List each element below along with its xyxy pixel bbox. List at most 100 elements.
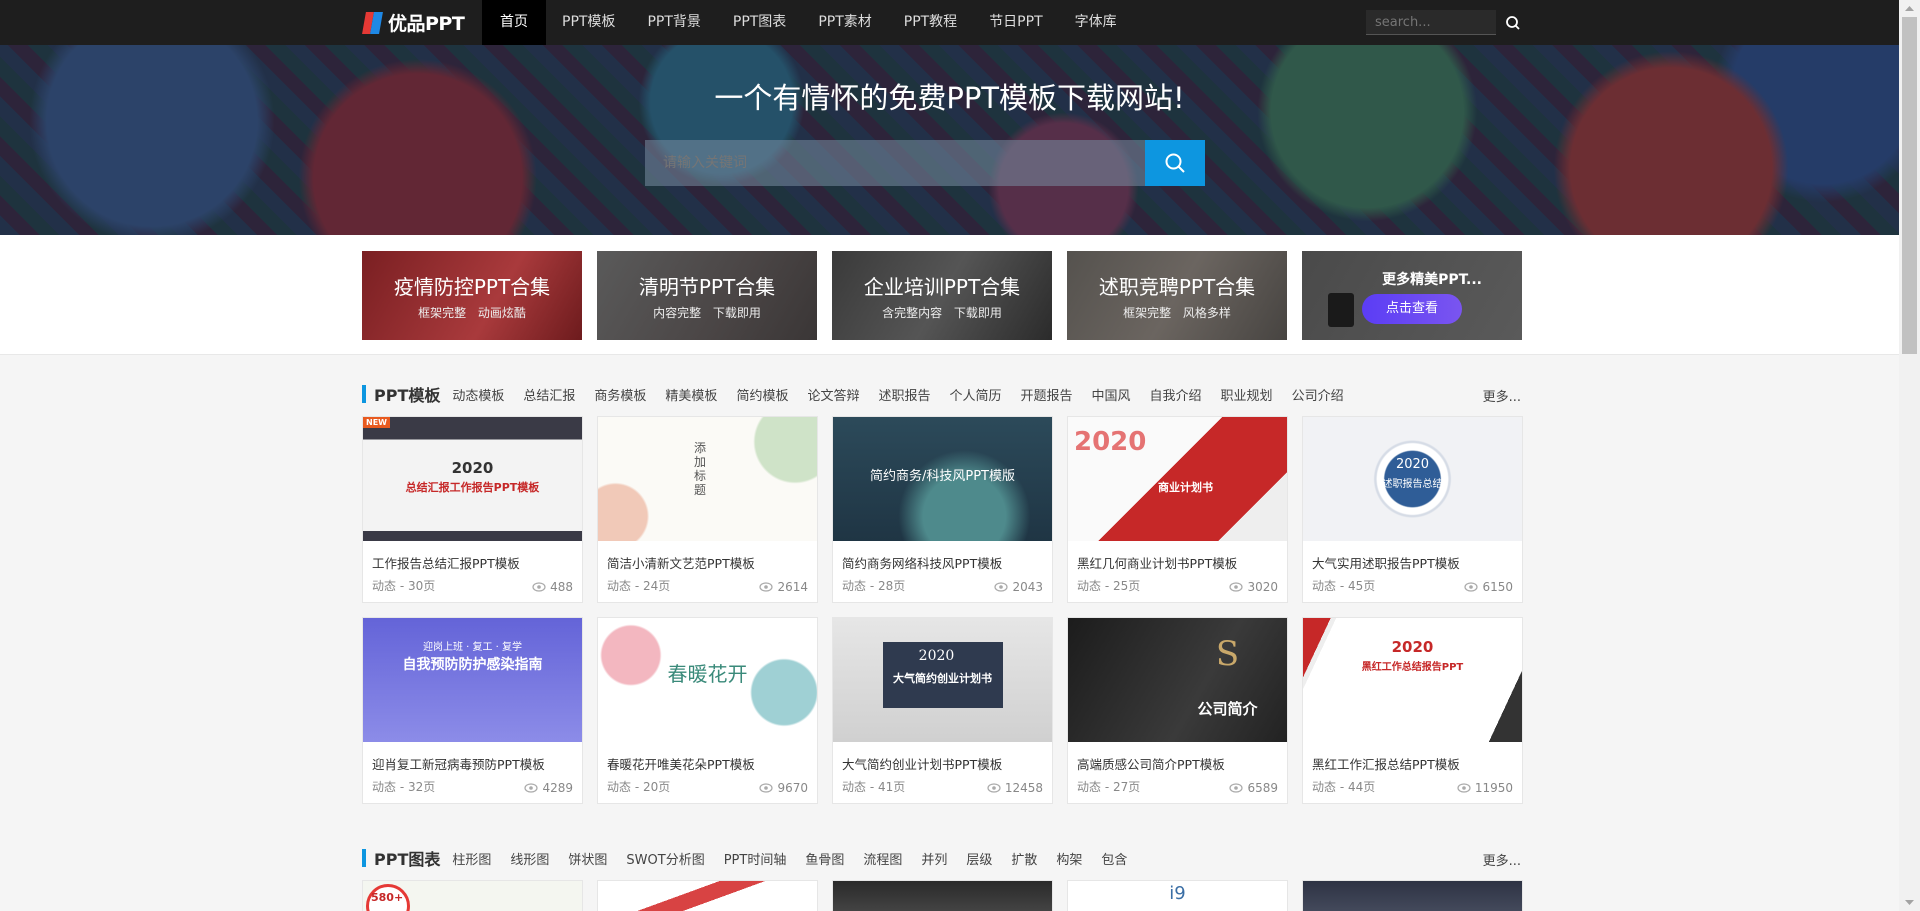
template-card[interactable]: 2020 黑红工作总结报告PPT 黑红工作汇报总结PPT模板 动态 - 44页 … bbox=[1302, 617, 1523, 804]
category-tag[interactable]: 自我介绍 bbox=[1150, 385, 1202, 404]
category-tag[interactable]: 中国风 bbox=[1092, 385, 1131, 404]
category-tag[interactable]: 线形图 bbox=[510, 849, 549, 868]
category-tag[interactable]: 饼状图 bbox=[568, 849, 607, 868]
view-count: 11950 bbox=[1457, 781, 1513, 795]
section-accent-bar bbox=[362, 849, 366, 867]
top-search-input[interactable] bbox=[1366, 10, 1496, 35]
thumb-subtitle: 迎岗上班 · 复工 · 复学 bbox=[422, 642, 523, 653]
category-tag[interactable]: 构架 bbox=[1056, 849, 1082, 868]
view-count-value: 4289 bbox=[542, 781, 573, 795]
section-header-templates: PPT模板 动态模板 总结汇报 商务模板 精美模板 简约模板 论文答辩 述职报告… bbox=[362, 383, 1521, 405]
thumb-title: 2020 bbox=[1395, 457, 1430, 472]
eye-icon bbox=[1229, 582, 1244, 592]
chart-card[interactable] bbox=[832, 880, 1053, 911]
template-card[interactable]: 2020 大气简约创业计划书 大气简约创业计划书PPT模板 动态 - 41页 1… bbox=[832, 617, 1053, 804]
category-tag[interactable]: 述职报告 bbox=[878, 385, 930, 404]
more-link[interactable]: 更多... bbox=[1483, 386, 1521, 405]
template-card[interactable]: NEW 2020 总结汇报工作报告PPT模板 工作报告总结汇报PPT模板 动态 … bbox=[362, 416, 583, 603]
chart-thumbnail: 580+ bbox=[363, 881, 582, 911]
chart-card[interactable]: 580+ bbox=[362, 880, 583, 911]
view-more-button[interactable]: 点击查看 bbox=[1362, 294, 1462, 324]
category-tag[interactable]: SWOT分析图 bbox=[626, 849, 704, 868]
category-tag[interactable]: 层级 bbox=[966, 849, 992, 868]
site-logo[interactable]: 优品PPT bbox=[362, 0, 482, 45]
top-search bbox=[1366, 10, 1520, 35]
template-name[interactable]: 大气实用述职报告PPT模板 bbox=[1312, 553, 1522, 572]
nav-item-fonts[interactable]: 字体库 bbox=[1059, 0, 1133, 45]
feature-card-more[interactable]: 更多精美PPT... 点击查看 bbox=[1302, 251, 1522, 340]
page-scrollbar[interactable] bbox=[1899, 0, 1920, 911]
category-tag[interactable]: 精美模板 bbox=[665, 385, 717, 404]
section-title[interactable]: PPT模板 bbox=[374, 382, 440, 406]
feature-card[interactable]: 述职竞聘PPT合集 框架完整 风格多样 bbox=[1067, 251, 1287, 340]
category-tag[interactable]: 职业规划 bbox=[1221, 385, 1273, 404]
category-tag[interactable]: 扩散 bbox=[1011, 849, 1037, 868]
thumb-subtitle: 黑红工作总结报告PPT bbox=[1361, 662, 1464, 673]
template-meta: 动态 - 30页 bbox=[372, 579, 436, 593]
nav-item-ppt-backgrounds[interactable]: PPT背景 bbox=[631, 0, 716, 45]
template-name[interactable]: 黑红工作汇报总结PPT模板 bbox=[1312, 754, 1522, 773]
chart-card[interactable] bbox=[597, 880, 818, 911]
template-name[interactable]: 大气简约创业计划书PPT模板 bbox=[842, 754, 1052, 773]
thumb-title: 春暖花开 bbox=[667, 662, 748, 686]
feature-subtitle: 框架完整 风格多样 bbox=[1123, 306, 1231, 320]
template-meta: 动态 - 32页 bbox=[372, 780, 436, 794]
category-tag[interactable]: 公司介绍 bbox=[1292, 385, 1344, 404]
search-icon[interactable] bbox=[1505, 15, 1521, 31]
scrollbar-thumb[interactable] bbox=[1902, 17, 1917, 354]
nav-item-ppt-templates[interactable]: PPT模板 bbox=[546, 0, 631, 45]
nav-item-ppt-charts[interactable]: PPT图表 bbox=[717, 0, 802, 45]
template-card[interactable]: 简约商务/科技风PPT模版 简约商务网络科技风PPT模板 动态 - 28页 20… bbox=[832, 416, 1053, 603]
feature-title: 述职竞聘PPT合集 bbox=[1098, 275, 1256, 299]
category-tag[interactable]: 论文答辩 bbox=[807, 385, 859, 404]
template-card[interactable]: 2020 述职报告总结 大气实用述职报告PPT模板 动态 - 45页 6150 bbox=[1302, 416, 1523, 603]
banner-search-input[interactable] bbox=[645, 140, 1145, 186]
nav-item-ppt-materials[interactable]: PPT素材 bbox=[802, 0, 887, 45]
nav-inner: 优品PPT 首页 PPT模板 PPT背景 PPT图表 PPT素材 PPT教程 节… bbox=[362, 0, 1133, 45]
category-tag[interactable]: 简约模板 bbox=[736, 385, 788, 404]
category-tag[interactable]: 开题报告 bbox=[1021, 385, 1073, 404]
template-card[interactable]: 迎岗上班 · 复工 · 复学 自我预防防护感染指南 迎肖复工新冠病毒预防PPT模… bbox=[362, 617, 583, 804]
category-tag[interactable]: 商务模板 bbox=[594, 385, 646, 404]
nav-item-holiday-ppt[interactable]: 节日PPT bbox=[973, 0, 1058, 45]
template-name[interactable]: 高端质感公司简介PPT模板 bbox=[1077, 754, 1287, 773]
template-name[interactable]: 迎肖复工新冠病毒预防PPT模板 bbox=[372, 754, 582, 773]
chart-card[interactable] bbox=[1302, 880, 1523, 911]
category-tag[interactable]: 个人简历 bbox=[949, 385, 1001, 404]
category-tag[interactable]: 柱形图 bbox=[452, 849, 491, 868]
template-name[interactable]: 黑红几何商业计划书PPT模板 bbox=[1077, 553, 1287, 572]
template-card[interactable]: S 公司简介 高端质感公司简介PPT模板 动态 - 27页 6589 bbox=[1067, 617, 1288, 804]
feature-card[interactable]: 清明节PPT合集 内容完整 下载即用 bbox=[597, 251, 817, 340]
template-card[interactable]: 春暖花开 春暖花开唯美花朵PPT模板 动态 - 20页 9670 bbox=[597, 617, 818, 804]
template-name[interactable]: 春暖花开唯美花朵PPT模板 bbox=[607, 754, 817, 773]
template-card[interactable]: 2020 商业计划书 黑红几何商业计划书PPT模板 动态 - 25页 3020 bbox=[1067, 416, 1288, 603]
category-tag[interactable]: 包含 bbox=[1101, 849, 1127, 868]
scroll-down-arrow-icon[interactable] bbox=[1899, 894, 1920, 911]
nav-item-home[interactable]: 首页 bbox=[482, 0, 546, 45]
more-link[interactable]: 更多... bbox=[1483, 850, 1521, 869]
category-tag[interactable]: 并列 bbox=[921, 849, 947, 868]
template-name[interactable]: 简洁小清新文艺范PPT模板 bbox=[607, 553, 817, 572]
category-tag[interactable]: 总结汇报 bbox=[523, 385, 575, 404]
thumb-title: 2020 bbox=[1074, 427, 1147, 457]
banner-search-button[interactable] bbox=[1145, 140, 1205, 186]
banner-title: 一个有情怀的免费PPT模板下载网站! bbox=[714, 81, 1185, 115]
template-card[interactable]: 添加标题 简洁小清新文艺范PPT模板 动态 - 24页 2614 bbox=[597, 416, 818, 603]
category-tag[interactable]: PPT时间轴 bbox=[724, 849, 787, 868]
feature-card[interactable]: 企业培训PPT合集 含完整内容 下载即用 bbox=[832, 251, 1052, 340]
feature-card[interactable]: 疫情防控PPT合集 框架完整 动画炫酷 bbox=[362, 251, 582, 340]
template-name[interactable]: 工作报告总结汇报PPT模板 bbox=[372, 553, 582, 572]
category-tag[interactable]: 鱼骨图 bbox=[805, 849, 844, 868]
thumb-title: 自我预防防护感染指南 bbox=[402, 657, 543, 673]
template-name[interactable]: 简约商务网络科技风PPT模板 bbox=[842, 553, 1052, 572]
nav-item-ppt-tutorials[interactable]: PPT教程 bbox=[888, 0, 973, 45]
eye-icon bbox=[994, 582, 1009, 592]
eye-icon bbox=[532, 582, 546, 592]
chart-card[interactable]: i9 bbox=[1067, 880, 1288, 911]
view-count-value: 3020 bbox=[1247, 580, 1278, 594]
hero-banner: 一个有情怀的免费PPT模板下载网站! bbox=[0, 45, 1899, 235]
category-tag[interactable]: 流程图 bbox=[863, 849, 902, 868]
section-title[interactable]: PPT图表 bbox=[374, 846, 440, 870]
scroll-up-arrow-icon[interactable] bbox=[1899, 0, 1920, 17]
category-tag[interactable]: 动态模板 bbox=[452, 385, 504, 404]
